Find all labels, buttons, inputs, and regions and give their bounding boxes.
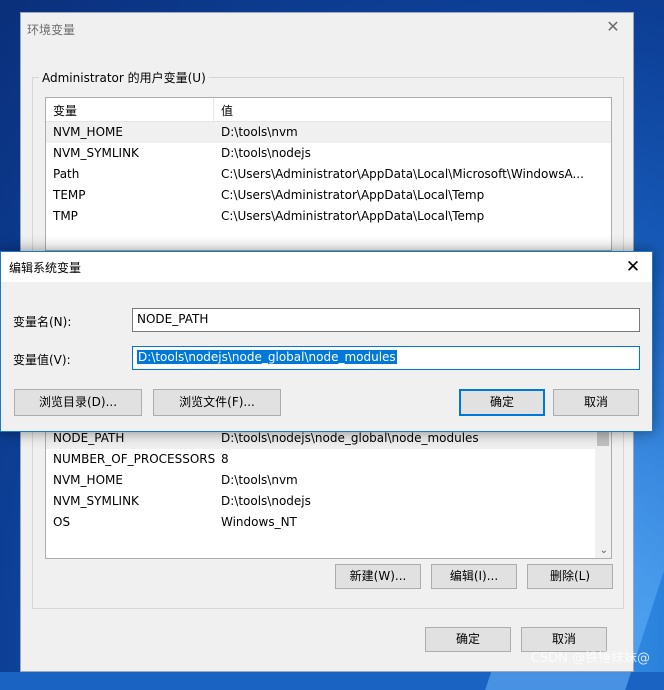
dialog-title: 编辑系统变量 [9, 261, 82, 275]
dialog-title-bar[interactable]: 编辑系统变量 ✕ [1, 252, 652, 282]
system-vars-list[interactable]: NODE_PATH D:\tools\nodejs\node_global\no… [45, 427, 612, 559]
var-name-label: 变量名(N): [13, 315, 72, 329]
var-name: NUMBER_OF_PROCESSORS [53, 452, 216, 466]
edit-system-variable-dialog: 编辑系统变量 ✕ 变量名(N): NODE_PATH 变量值(V): D:\to… [0, 251, 653, 432]
var-name-input[interactable]: NODE_PATH [132, 308, 640, 332]
sys-var-row[interactable]: NUMBER_OF_PROCESSORS 8 [46, 449, 611, 470]
var-name: NVM_SYMLINK [53, 494, 139, 508]
var-name: NODE_PATH [53, 431, 125, 445]
user-var-row[interactable]: TMP C:\Users\Administrator\AppData\Local… [46, 206, 611, 227]
ok-button[interactable]: 确定 [425, 627, 511, 652]
var-value: 8 [221, 452, 229, 466]
column-separator[interactable] [213, 98, 214, 121]
sys-var-row[interactable]: OS Windows_NT [46, 512, 611, 533]
cancel-button[interactable]: 取消 [553, 389, 639, 416]
user-var-row[interactable]: NVM_HOME D:\tools\nvm [46, 122, 611, 143]
var-value: Windows_NT [221, 515, 297, 529]
var-name: Path [53, 167, 80, 181]
column-header-value[interactable]: 值 [221, 102, 233, 119]
new-var-button[interactable]: 新建(W)... [335, 564, 421, 589]
var-value-input[interactable]: D:\tools\nodejs\node_global\node_modules [132, 346, 640, 370]
sys-var-row[interactable]: NVM_HOME D:\tools\nvm [46, 470, 611, 491]
var-value: D:\tools\nodejs [221, 494, 311, 508]
sys-var-row[interactable]: NVM_SYMLINK D:\tools\nodejs [46, 491, 611, 512]
var-value: D:\tools\nvm [221, 125, 298, 139]
user-var-row[interactable]: TEMP C:\Users\Administrator\AppData\Loca… [46, 185, 611, 206]
user-var-row[interactable]: NVM_SYMLINK D:\tools\nodejs [46, 143, 611, 164]
selected-text: D:\tools\nodejs\node_global\node_modules [137, 350, 397, 364]
list-header: 变量 值 [46, 98, 611, 122]
var-name: NVM_HOME [53, 125, 123, 139]
var-value: D:\tools\nodejs\node_global\node_modules [221, 431, 479, 445]
user-vars-list[interactable]: 变量 值 NVM_HOME D:\tools\nvm NVM_SYMLINK D… [45, 97, 612, 251]
window-title: 环境变量 [27, 23, 76, 37]
user-vars-group-label: Administrator 的用户变量(U) [39, 69, 209, 86]
var-value: C:\Users\Administrator\AppData\Local\Mic… [221, 167, 584, 181]
delete-var-button[interactable]: 删除(L) [527, 564, 613, 589]
var-value-label: 变量值(V): [13, 353, 71, 367]
browse-directory-button[interactable]: 浏览目录(D)... [14, 389, 142, 416]
scrollbar-thumb[interactable] [597, 432, 609, 446]
var-name: OS [53, 515, 71, 529]
var-name: NVM_HOME [53, 473, 123, 487]
browse-file-button[interactable]: 浏览文件(F)... [153, 389, 281, 416]
edit-var-button[interactable]: 编辑(I)... [431, 564, 517, 589]
var-value: C:\Users\Administrator\AppData\Local\Tem… [221, 188, 485, 202]
ok-button[interactable]: 确定 [459, 389, 545, 416]
var-value: D:\tools\nodejs [221, 146, 311, 160]
column-header-name[interactable]: 变量 [53, 102, 77, 119]
watermark: CSDN @铁锤妹妹@ [530, 651, 650, 666]
var-value: D:\tools\nvm [221, 473, 298, 487]
vertical-scrollbar[interactable]: ⌄ [595, 428, 611, 558]
var-value: C:\Users\Administrator\AppData\Local\Tem… [221, 209, 485, 223]
user-var-row[interactable]: Path C:\Users\Administrator\AppData\Loca… [46, 164, 611, 185]
var-name: TEMP [53, 188, 86, 202]
var-name: NVM_SYMLINK [53, 146, 139, 160]
var-name: TMP [53, 209, 78, 223]
close-icon[interactable]: ✕ [622, 256, 644, 278]
chevron-down-icon[interactable]: ⌄ [600, 545, 608, 556]
close-icon[interactable]: ✕ [603, 17, 623, 37]
